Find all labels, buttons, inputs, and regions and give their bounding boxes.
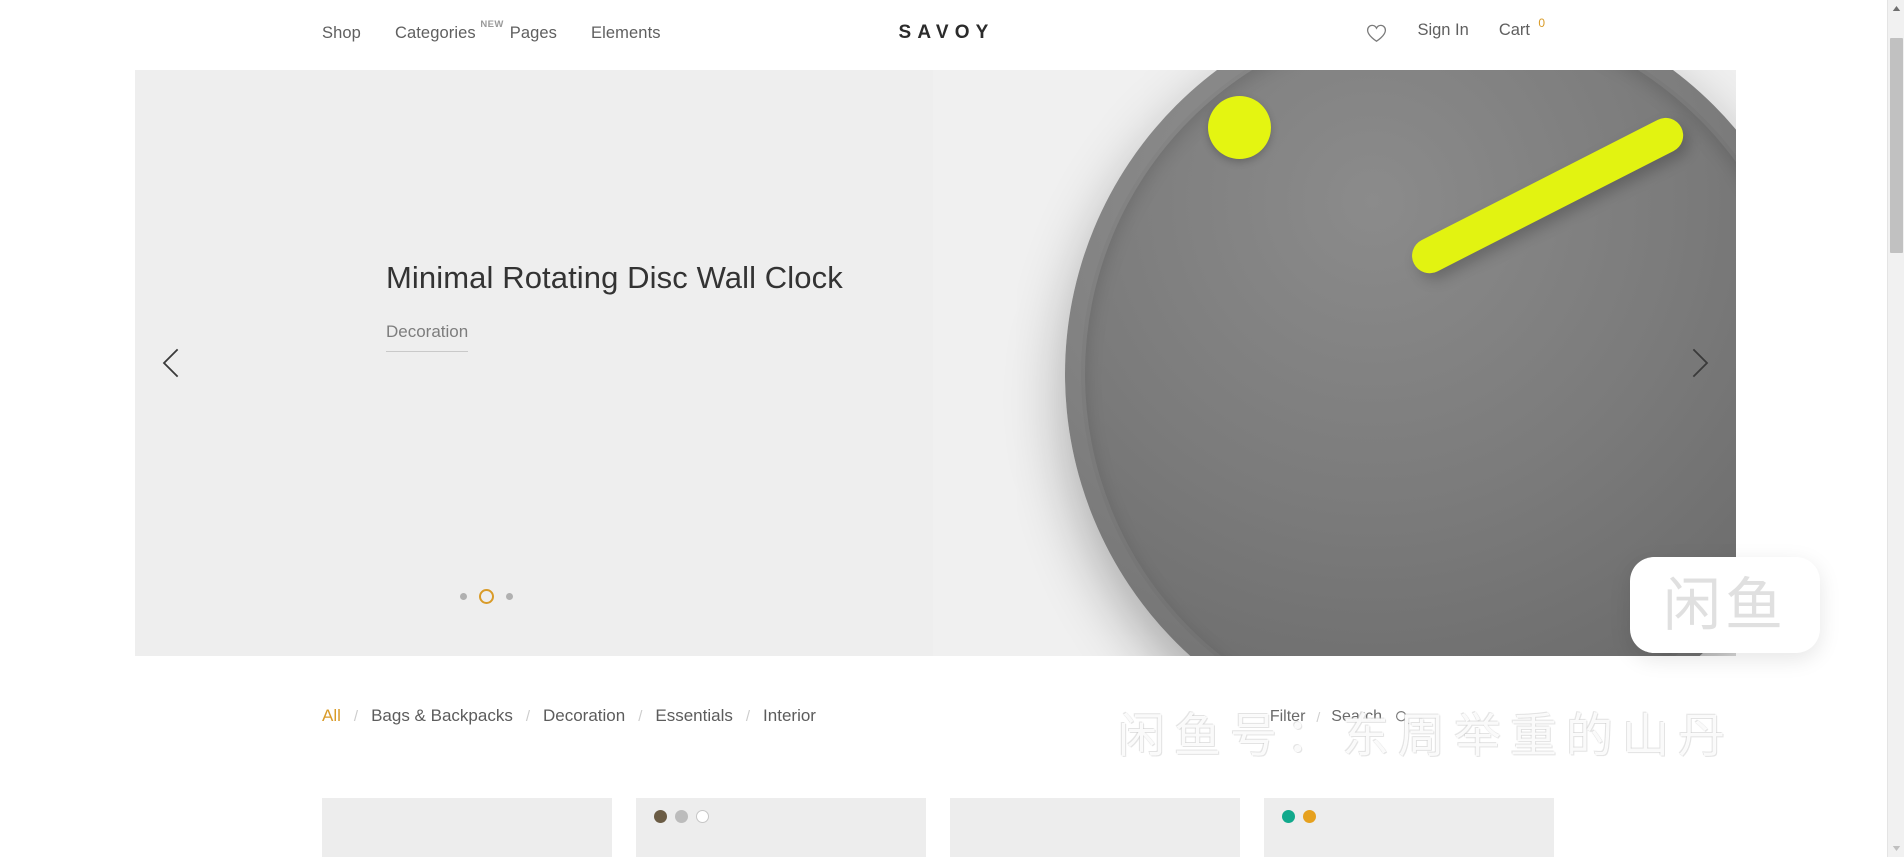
nav-item-label: Pages <box>509 24 558 42</box>
chevron-right-icon[interactable] <box>1676 340 1722 386</box>
nav-item-pages[interactable]: Pages <box>510 23 557 43</box>
hero-slider: Minimal Rotating Disc Wall Clock Decorat… <box>135 70 1736 656</box>
browser-viewport: Shop Categories NEW Pages Elements SAVOY <box>0 0 1887 857</box>
cart-label: Cart <box>1498 21 1530 39</box>
hero-caption: Minimal Rotating Disc Wall Clock Decorat… <box>386 258 856 352</box>
product-card[interactable] <box>1264 798 1554 857</box>
scroll-up-arrow-icon[interactable] <box>1888 0 1904 17</box>
product-card[interactable] <box>950 798 1240 857</box>
hero-slide-image <box>933 70 1736 656</box>
category-filter-decoration[interactable]: Decoration <box>543 706 625 726</box>
sign-in-link[interactable]: Sign In <box>1417 20 1468 40</box>
filter-button[interactable]: Filter <box>1270 708 1306 726</box>
hero-pagination-dots <box>460 589 513 604</box>
scroll-down-arrow-icon[interactable] <box>1888 840 1904 857</box>
tool-separator: / <box>1316 709 1321 725</box>
site-header: Shop Categories NEW Pages Elements SAVOY <box>0 0 1887 70</box>
color-swatch-list <box>654 810 709 823</box>
magnifier-icon[interactable] <box>1395 710 1410 725</box>
category-filter-essentials[interactable]: Essentials <box>655 706 732 726</box>
hero-dot-3[interactable] <box>506 593 513 600</box>
category-filter-bar: All / Bags & Backpacks / Decoration / Es… <box>0 706 1887 754</box>
heart-icon[interactable] <box>1366 24 1387 48</box>
product-card[interactable] <box>322 798 612 857</box>
vertical-scrollbar[interactable] <box>1887 0 1904 857</box>
category-separator: / <box>745 707 751 725</box>
color-swatch[interactable] <box>1282 810 1295 823</box>
color-swatch[interactable] <box>654 810 667 823</box>
product-grid <box>322 798 1572 857</box>
cart-count-badge: 0 <box>1538 16 1545 30</box>
search-button[interactable]: Search <box>1331 708 1382 726</box>
nav-item-shop[interactable]: Shop <box>322 23 361 43</box>
category-list: All / Bags & Backpacks / Decoration / Es… <box>322 706 816 726</box>
color-swatch-list <box>1282 810 1316 823</box>
hero-title: Minimal Rotating Disc Wall Clock <box>386 260 843 295</box>
chevron-left-icon[interactable] <box>149 340 195 386</box>
hero-dot-1[interactable] <box>460 593 467 600</box>
cart-link[interactable]: Cart 0 <box>1498 16 1545 40</box>
color-swatch[interactable] <box>675 810 688 823</box>
category-separator: / <box>353 707 359 725</box>
page-root: Shop Categories NEW Pages Elements SAVOY <box>0 0 1904 857</box>
main-navigation: Shop Categories NEW Pages Elements <box>322 19 661 43</box>
new-badge: NEW <box>480 19 504 30</box>
nav-item-elements[interactable]: Elements <box>591 23 661 43</box>
product-card[interactable] <box>636 798 926 857</box>
site-logo[interactable]: SAVOY <box>892 22 994 44</box>
hero-dot-2[interactable] <box>479 589 494 604</box>
nav-item-label: Elements <box>591 24 661 42</box>
clock-disc-graphic <box>1065 70 1736 656</box>
color-swatch[interactable] <box>696 810 709 823</box>
category-separator: / <box>525 707 530 725</box>
hero-category-link[interactable]: Decoration <box>386 322 469 352</box>
nav-item-label: Categories <box>394 24 476 42</box>
clock-yellow-dot <box>1208 96 1271 159</box>
color-swatch[interactable] <box>1303 810 1316 823</box>
nav-item-categories[interactable]: Categories NEW <box>394 19 503 43</box>
category-separator: / <box>638 707 643 725</box>
filter-tools: Filter / Search <box>1270 708 1410 726</box>
category-filter-interior[interactable]: Interior <box>763 706 816 726</box>
nav-item-label: Shop <box>322 24 361 42</box>
header-actions: Sign In Cart 0 <box>1366 16 1545 48</box>
scroll-thumb[interactable] <box>1890 38 1903 253</box>
category-filter-bags-backpacks[interactable]: Bags & Backpacks <box>371 706 513 726</box>
category-filter-all[interactable]: All <box>322 706 341 726</box>
